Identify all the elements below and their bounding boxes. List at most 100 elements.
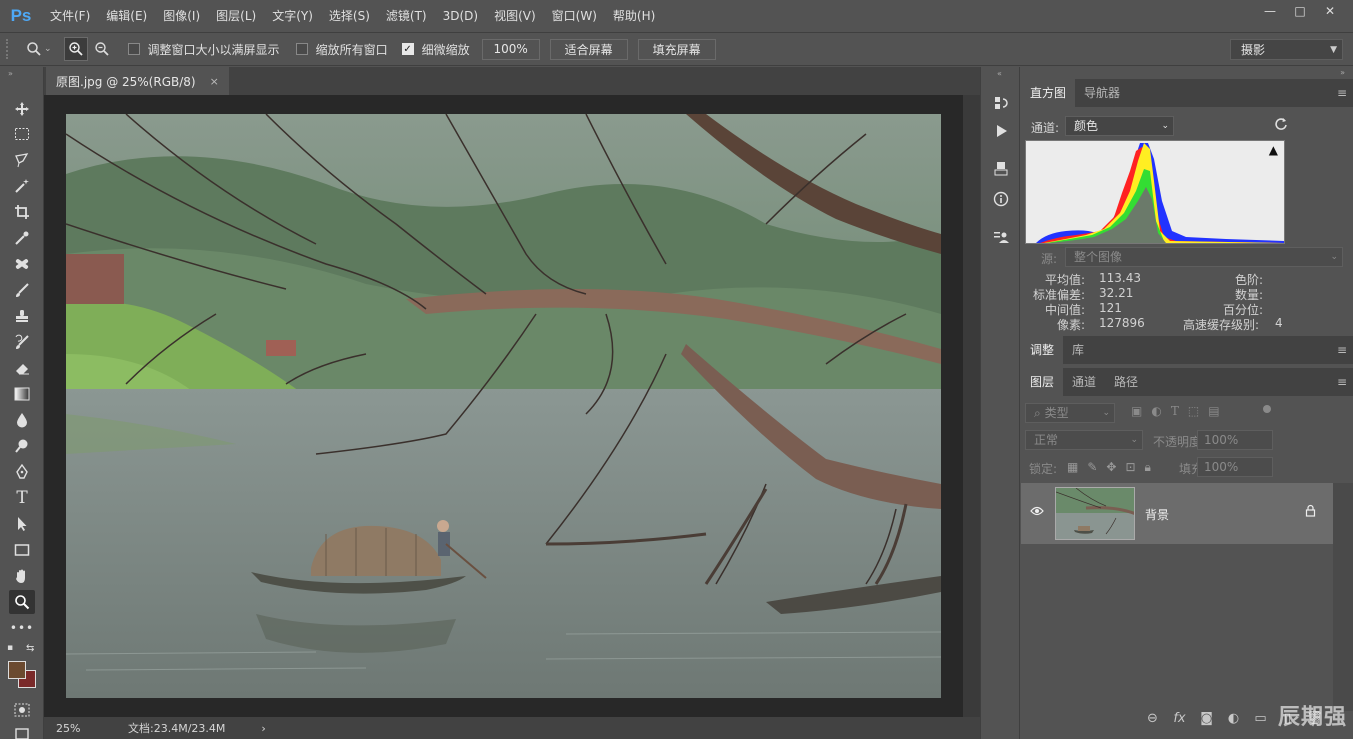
- close-tab-icon[interactable]: ×: [210, 75, 219, 88]
- scrubby-zoom-checkbox[interactable]: ✓: [401, 43, 414, 55]
- layers-scrollbar[interactable]: [1333, 483, 1353, 711]
- layer-filter-select[interactable]: ⌕ 类型 ⌄: [1025, 403, 1115, 423]
- tab-paths[interactable]: 路径: [1105, 368, 1147, 396]
- tab-channels[interactable]: 通道: [1063, 368, 1105, 396]
- vertical-scrollbar[interactable]: [963, 95, 980, 717]
- menu-window[interactable]: 窗口(W): [544, 0, 605, 32]
- new-group-icon[interactable]: ▭: [1247, 711, 1274, 726]
- quick-mask-icon[interactable]: [9, 698, 35, 722]
- swap-colors-icon[interactable]: ⇆: [26, 643, 34, 654]
- dock-collapse-icon[interactable]: «: [997, 69, 1002, 78]
- layer-name[interactable]: 背景: [1145, 506, 1169, 523]
- lock-artboard-icon[interactable]: ⊡: [1125, 460, 1135, 475]
- zoom-tool-preset-icon[interactable]: [22, 37, 46, 61]
- zoom-100-button[interactable]: 100%: [481, 38, 540, 60]
- visibility-eye-icon[interactable]: [1030, 505, 1044, 519]
- menu-image[interactable]: 图像(I): [155, 0, 208, 32]
- default-colors-icon[interactable]: ▪: [7, 643, 13, 653]
- type-tool-icon[interactable]: T: [9, 486, 35, 510]
- fill-screen-button[interactable]: 填充屏幕: [637, 38, 716, 60]
- path-selection-tool-icon[interactable]: [9, 512, 35, 536]
- layer-row[interactable]: 背景: [1021, 483, 1333, 544]
- pen-tool-icon[interactable]: [9, 460, 35, 484]
- adjust-panel-menu-icon[interactable]: ≡: [1337, 336, 1347, 364]
- menu-select[interactable]: 选择(S): [321, 0, 378, 32]
- layer-thumbnail[interactable]: [1055, 487, 1135, 540]
- history-brush-tool-icon[interactable]: [9, 330, 35, 354]
- tab-layers[interactable]: 图层: [1021, 368, 1064, 396]
- magic-wand-tool-icon[interactable]: [9, 174, 35, 198]
- clone-stamp-tool-icon[interactable]: [9, 304, 35, 328]
- filter-type-icon[interactable]: T: [1171, 404, 1179, 418]
- eyedropper-tool-icon[interactable]: [9, 226, 35, 250]
- lock-position-icon[interactable]: ✥: [1106, 460, 1116, 475]
- filter-smart-object-icon[interactable]: ▤: [1208, 404, 1219, 418]
- minimize-button[interactable]: —: [1255, 0, 1285, 22]
- refresh-histogram-icon[interactable]: [1274, 117, 1288, 134]
- preset-chevron-down-icon[interactable]: ⌄: [44, 44, 52, 54]
- tab-libraries[interactable]: 库: [1063, 336, 1093, 364]
- close-button[interactable]: ✕: [1315, 0, 1345, 22]
- eraser-tool-icon[interactable]: [9, 356, 35, 380]
- actions-play-icon[interactable]: [989, 119, 1013, 143]
- document-tab[interactable]: 原图.jpg @ 25%(RGB/8) ×: [46, 67, 229, 95]
- hand-tool-icon[interactable]: [9, 564, 35, 588]
- tab-navigator[interactable]: 导航器: [1075, 79, 1129, 107]
- menu-view[interactable]: 视图(V): [486, 0, 544, 32]
- resize-windows-checkbox[interactable]: [127, 43, 140, 55]
- properties-panel-icon[interactable]: [989, 157, 1013, 181]
- histogram-panel-menu-icon[interactable]: ≡: [1337, 79, 1347, 107]
- menu-layer[interactable]: 图层(L): [208, 0, 264, 32]
- menu-edit[interactable]: 编辑(E): [98, 0, 155, 32]
- lock-all-icon[interactable]: 🔒︎: [1145, 460, 1151, 475]
- opacity-input[interactable]: 100%: [1197, 430, 1273, 450]
- menu-filter[interactable]: 滤镜(T): [378, 0, 435, 32]
- lock-transparent-icon[interactable]: ▦: [1067, 460, 1078, 475]
- zoom-all-checkbox[interactable]: [295, 43, 308, 55]
- filter-adjustment-icon[interactable]: ◐: [1151, 404, 1161, 418]
- zoom-out-button[interactable]: [90, 37, 114, 61]
- healing-brush-tool-icon[interactable]: [9, 252, 35, 276]
- zoom-tool-icon[interactable]: [9, 590, 35, 614]
- status-menu-arrow-icon[interactable]: ›: [261, 722, 265, 735]
- blur-tool-icon[interactable]: [9, 408, 35, 432]
- marquee-tool-icon[interactable]: [9, 122, 35, 146]
- new-adjustment-icon[interactable]: ◐: [1220, 711, 1247, 726]
- layer-comps-icon[interactable]: [989, 225, 1013, 249]
- resize-windows-option[interactable]: 调整窗口大小以满屏显示: [127, 41, 280, 58]
- tab-adjustments[interactable]: 调整: [1021, 336, 1064, 364]
- menu-3d[interactable]: 3D(D): [435, 0, 486, 32]
- zoom-in-button[interactable]: [63, 37, 88, 61]
- layers-panel-menu-icon[interactable]: ≡: [1337, 368, 1347, 396]
- crop-tool-icon[interactable]: [9, 200, 35, 224]
- lock-paint-icon[interactable]: ✎: [1087, 460, 1097, 475]
- history-panel-icon[interactable]: [989, 91, 1013, 115]
- filter-toggle-icon[interactable]: [1263, 405, 1271, 413]
- gradient-tool-icon[interactable]: [9, 382, 35, 406]
- blend-mode-select[interactable]: 正常 ⌄: [1025, 430, 1143, 450]
- screen-mode-icon[interactable]: [9, 722, 35, 739]
- fit-screen-button[interactable]: 适合屏幕: [549, 38, 628, 60]
- document-image[interactable]: [66, 114, 941, 698]
- fill-input[interactable]: 100%: [1197, 457, 1273, 477]
- info-panel-icon[interactable]: [989, 187, 1013, 211]
- filter-pixel-icon[interactable]: ▣: [1131, 404, 1142, 418]
- dodge-tool-icon[interactable]: [9, 434, 35, 458]
- foreground-color-swatch[interactable]: [8, 661, 26, 679]
- collapse-arrows-icon[interactable]: »: [8, 69, 13, 78]
- filter-shape-icon[interactable]: ⬚: [1188, 404, 1199, 418]
- move-tool-icon[interactable]: [9, 97, 35, 121]
- link-layers-icon[interactable]: ⊖: [1139, 711, 1166, 726]
- menu-help[interactable]: 帮助(H): [605, 0, 663, 32]
- lasso-tool-icon[interactable]: [9, 148, 35, 172]
- restore-button[interactable]: □: [1285, 0, 1315, 22]
- layer-style-fx-icon[interactable]: fx: [1166, 711, 1193, 726]
- zoom-all-option[interactable]: 缩放所有窗口: [295, 41, 388, 58]
- brush-tool-icon[interactable]: [9, 278, 35, 302]
- zoom-level[interactable]: 25%: [56, 722, 116, 735]
- workspace-select[interactable]: 摄影 ▼: [1230, 39, 1343, 60]
- rectangle-tool-icon[interactable]: [9, 538, 35, 562]
- menu-file[interactable]: 文件(F): [42, 0, 98, 32]
- add-mask-icon[interactable]: ◙: [1193, 711, 1220, 726]
- tab-histogram[interactable]: 直方图: [1021, 79, 1076, 107]
